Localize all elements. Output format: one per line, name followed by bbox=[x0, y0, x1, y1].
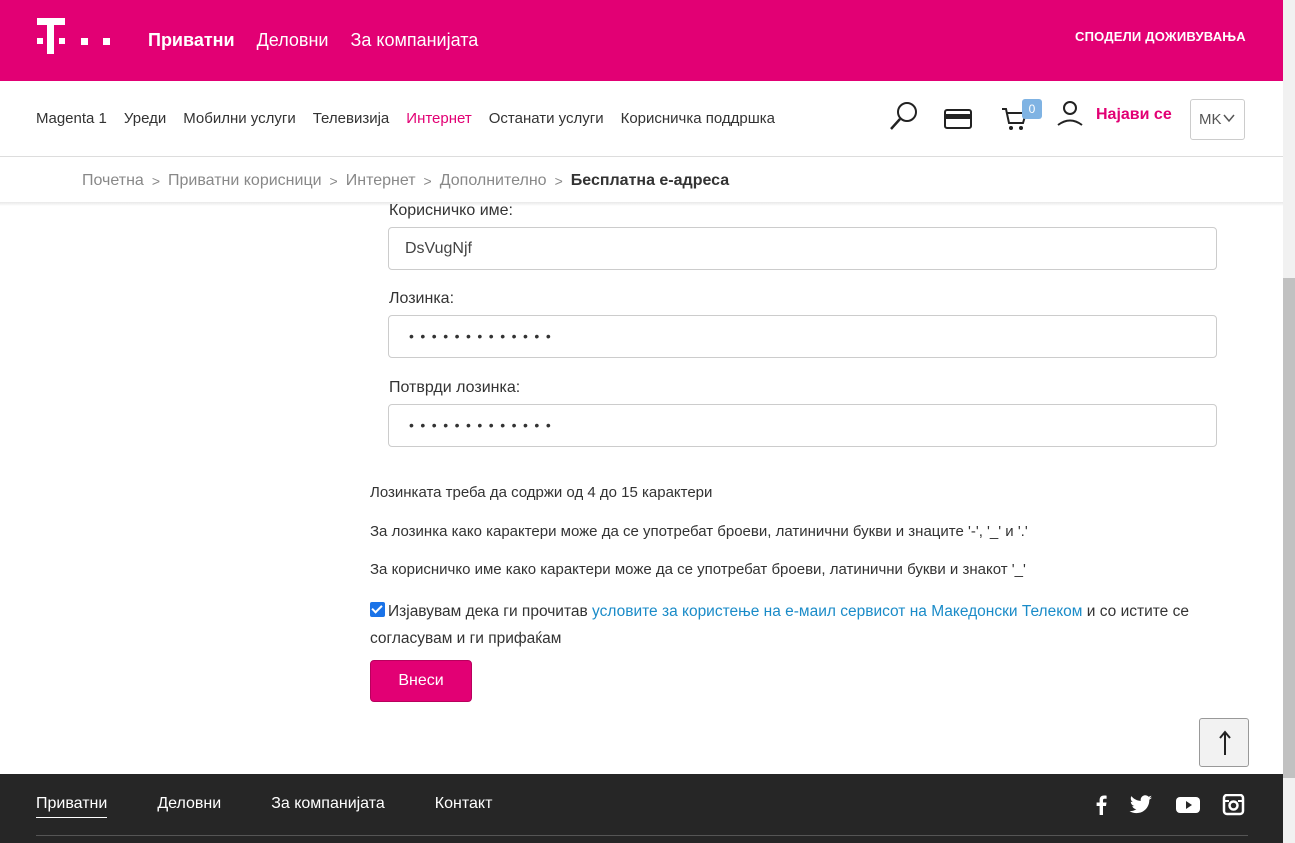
scrollbar-thumb[interactable] bbox=[1283, 278, 1295, 778]
footer-nav-business[interactable]: Деловни bbox=[157, 795, 221, 818]
confirm-password-field[interactable]: ••••••••••••• bbox=[388, 404, 1217, 447]
terms-agreement: Изјавувам дека ги прочитав условите за к… bbox=[370, 598, 1230, 652]
submit-button[interactable]: Внеси bbox=[370, 660, 472, 702]
footer-nav-contact[interactable]: Контакт bbox=[435, 795, 493, 818]
main-menu-bar: Magenta 1 Уреди Мобилни услуги Телевизиј… bbox=[0, 81, 1283, 157]
logo-t-stem bbox=[47, 18, 54, 54]
share-experiences-link[interactable]: СПОДЕЛИ ДОЖИВУВАЊА bbox=[1075, 29, 1246, 44]
username-chars-note: За корисничко име како карактери може да… bbox=[370, 561, 1026, 578]
chevron-right-icon: > bbox=[554, 173, 563, 189]
login-link[interactable]: Најави се bbox=[1096, 106, 1172, 124]
top-nav-business[interactable]: Деловни bbox=[257, 30, 329, 51]
breadcrumb: Почетна > Приватни корисници > Интернет … bbox=[82, 172, 729, 190]
main-menu: Magenta 1 Уреди Мобилни услуги Телевизиј… bbox=[36, 110, 775, 127]
breadcrumb-item[interactable]: Почетна bbox=[82, 172, 144, 190]
top-nav-private[interactable]: Приватни bbox=[148, 30, 235, 51]
breadcrumb-item[interactable]: Интернет bbox=[346, 172, 416, 190]
facebook-icon[interactable] bbox=[1090, 794, 1114, 816]
footer-nav-company[interactable]: За компанијата bbox=[271, 795, 385, 818]
language-value: MK bbox=[1199, 111, 1222, 128]
menu-item-tv[interactable]: Телевизија bbox=[313, 110, 390, 127]
top-nav-company[interactable]: За компанијата bbox=[350, 30, 478, 51]
footer: Приватни Деловни За компанијата Контакт bbox=[0, 774, 1283, 843]
logo-dot bbox=[37, 38, 43, 44]
menu-item-magenta1[interactable]: Magenta 1 bbox=[36, 110, 107, 127]
card-icon[interactable] bbox=[944, 109, 972, 129]
language-select[interactable]: MK bbox=[1190, 99, 1245, 140]
confirm-password-label: Потврди лозинка: bbox=[389, 379, 521, 396]
password-length-note: Лозинката треба да содржи од 4 до 15 кар… bbox=[370, 484, 713, 501]
telekom-logo[interactable] bbox=[37, 18, 117, 58]
footer-nav-private[interactable]: Приватни bbox=[36, 795, 108, 818]
user-icon[interactable] bbox=[1056, 100, 1084, 128]
instagram-icon[interactable] bbox=[1222, 794, 1246, 816]
username-label: Корисничко име: bbox=[389, 202, 513, 219]
menu-item-devices[interactable]: Уреди bbox=[124, 110, 166, 127]
menu-item-support[interactable]: Корисничка поддршка bbox=[621, 110, 775, 127]
top-nav: Приватни Деловни За компанијата bbox=[148, 30, 478, 51]
breadcrumb-item[interactable]: Приватни корисници bbox=[168, 172, 322, 190]
password-chars-note: За лозинка како карактери може да се упо… bbox=[370, 523, 1028, 540]
search-icon[interactable] bbox=[889, 101, 919, 131]
breadcrumb-divider bbox=[0, 202, 1283, 206]
logo-dot bbox=[103, 38, 110, 45]
breadcrumb-current: Бесплатна е-адреса bbox=[570, 172, 730, 189]
footer-nav: Приватни Деловни За компанијата Контакт bbox=[36, 795, 492, 818]
terms-checkbox[interactable] bbox=[370, 602, 385, 617]
chevron-right-icon: > bbox=[329, 173, 338, 189]
chevron-right-icon: > bbox=[423, 173, 432, 189]
arrow-up-icon bbox=[1219, 730, 1231, 755]
password-label: Лозинка: bbox=[389, 290, 455, 307]
menu-item-other-services[interactable]: Останати услуги bbox=[489, 110, 604, 127]
cart-count-badge: 0 bbox=[1022, 99, 1042, 119]
breadcrumb-item[interactable]: Дополнително bbox=[440, 172, 547, 190]
username-field[interactable]: DsVugNjf bbox=[388, 227, 1217, 270]
logo-dot bbox=[59, 38, 65, 44]
twitter-icon[interactable] bbox=[1129, 794, 1153, 816]
top-bar: Приватни Деловни За компанијата СПОДЕЛИ … bbox=[0, 0, 1283, 81]
chevron-right-icon: > bbox=[151, 173, 160, 189]
password-field[interactable]: ••••••••••••• bbox=[388, 315, 1217, 358]
menu-item-internet[interactable]: Интернет bbox=[406, 110, 471, 127]
chevron-down-icon bbox=[1223, 114, 1235, 123]
terms-prefix: Изјавувам дека ги прочитав bbox=[388, 603, 593, 620]
logo-dot bbox=[81, 38, 88, 45]
menu-item-mobile[interactable]: Мобилни услуги bbox=[183, 110, 296, 127]
youtube-icon[interactable] bbox=[1176, 794, 1200, 816]
footer-divider bbox=[36, 835, 1248, 836]
terms-link[interactable]: условите за користење на е-маил сервисот… bbox=[592, 603, 1082, 620]
scroll-to-top-button[interactable] bbox=[1199, 718, 1249, 767]
